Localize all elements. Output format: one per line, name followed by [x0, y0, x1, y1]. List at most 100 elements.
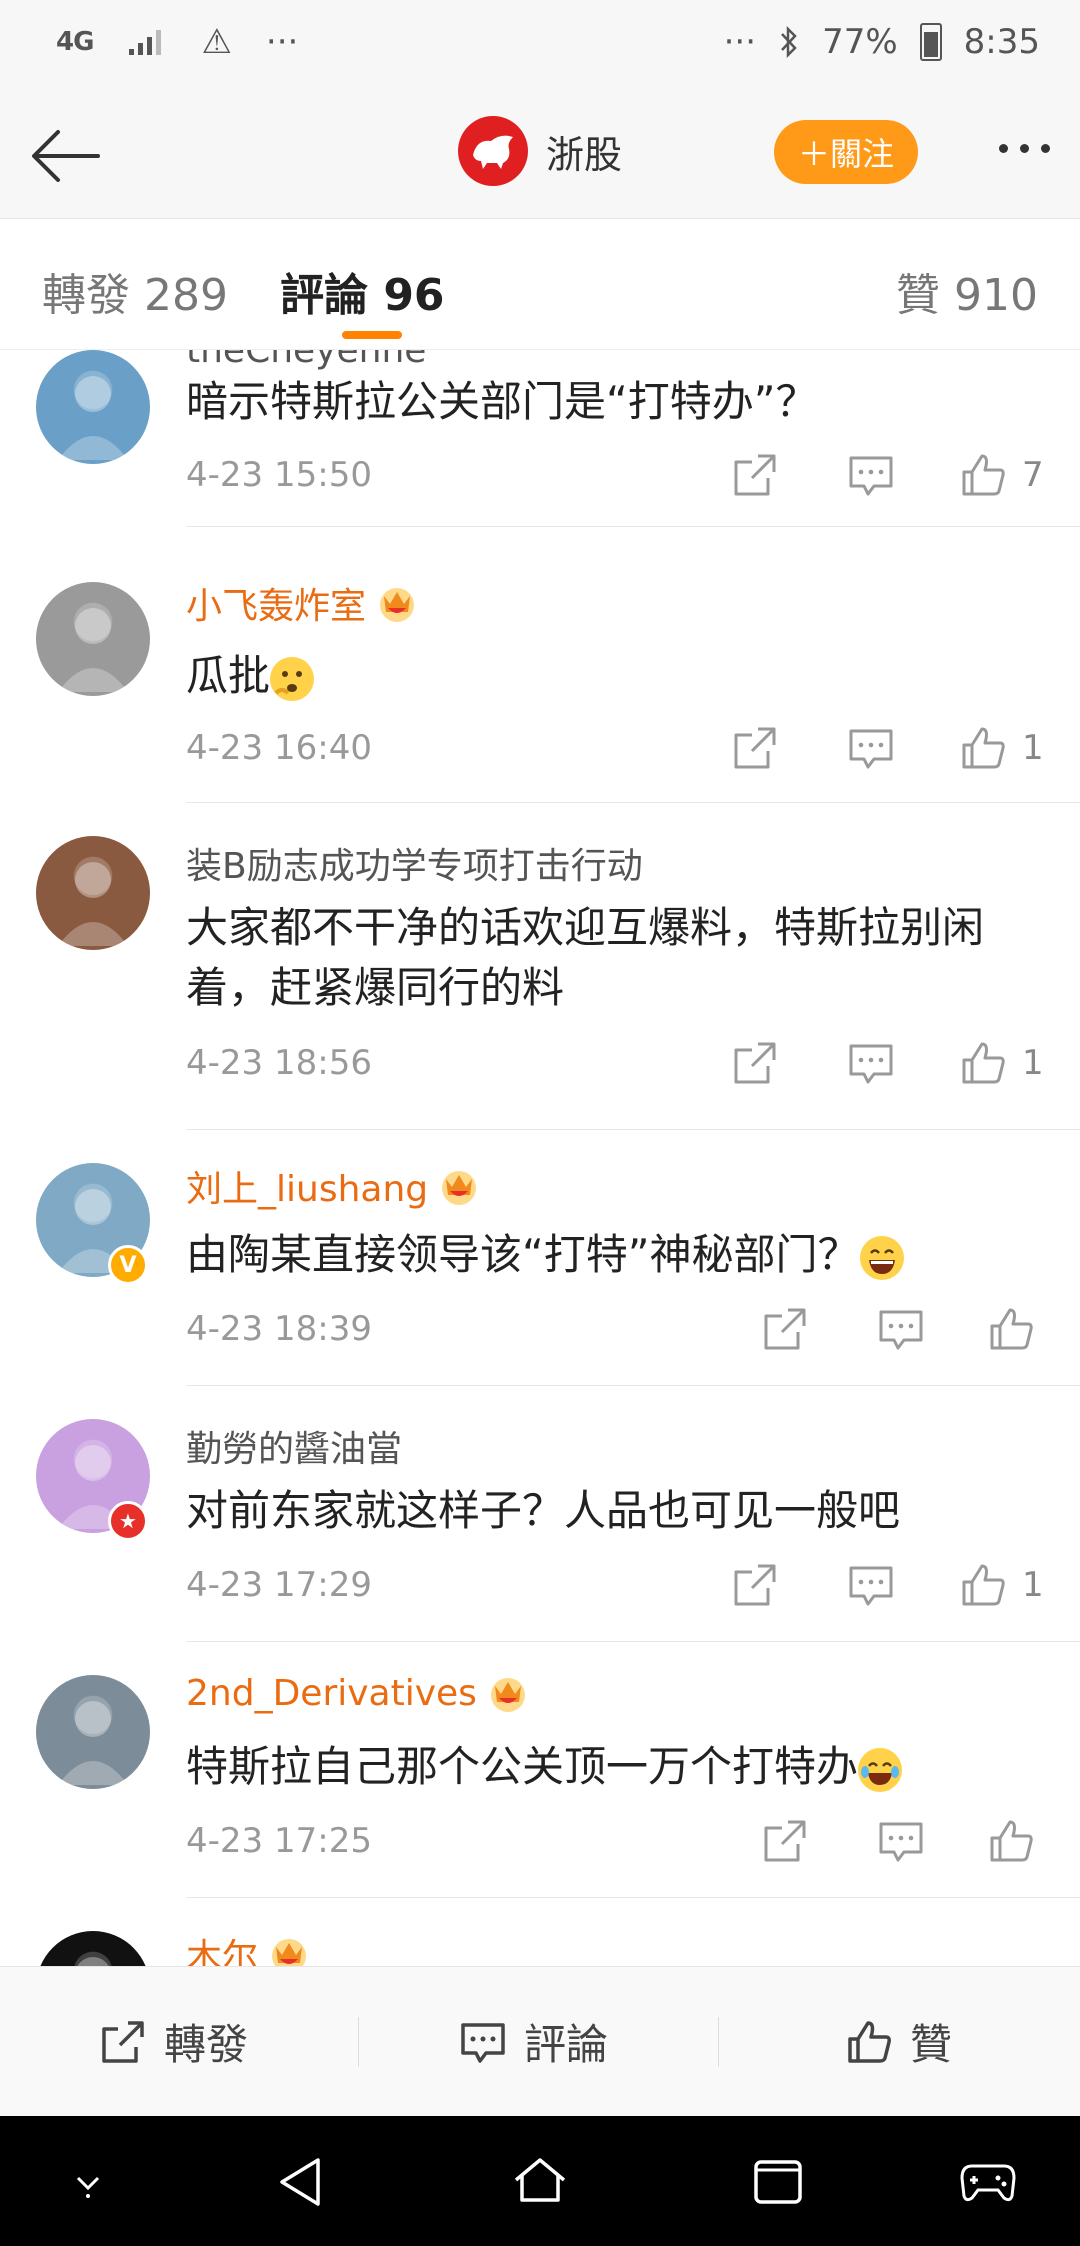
commenter-name-text[interactable]: 2nd_Derivatives — [186, 1673, 477, 1714]
recent-apps-icon[interactable] — [748, 2154, 808, 2210]
commenter-name[interactable]: 木尔 — [186, 1928, 310, 1966]
back-nav-icon[interactable] — [272, 2154, 332, 2210]
comment-timestamp: 4-23 15:50 — [186, 455, 372, 495]
commenter-name[interactable]: 装B励志成功学专项打击行动 — [186, 837, 643, 889]
vip-crown-icon — [490, 1678, 525, 1712]
bottom-toolbar: 轉發 評論 贊 — [0, 1966, 1080, 2117]
comment-item[interactable]: 2nd_Derivatives 特斯拉自己那个公关顶一万个打特办 4-23 17:2… — [0, 1641, 1080, 1898]
commenter-avatar[interactable] — [36, 836, 150, 950]
reply-icon[interactable] — [876, 1304, 926, 1354]
commenter-name[interactable]: 2nd_Derivatives — [186, 1672, 529, 1714]
comment-text: 大家都不干净的话欢迎互爆料，特斯拉别闲着，赶紧爆同行的料 — [186, 898, 1046, 1018]
toolbar-repost-button[interactable]: 轉發 — [98, 2011, 248, 2072]
signal-icon — [129, 30, 162, 55]
reply-icon[interactable] — [876, 1816, 926, 1866]
commenter-name-text[interactable]: theCheyenne — [186, 350, 426, 371]
follow-button[interactable]: ＋關注 — [774, 120, 918, 184]
page-owner[interactable]: 浙股 — [458, 116, 622, 186]
like-icon[interactable] — [958, 1560, 1008, 1610]
like-icon[interactable] — [986, 1304, 1036, 1354]
comment-divider — [186, 526, 1080, 527]
toolbar-divider — [358, 2017, 359, 2067]
commenter-name-text[interactable]: 小飞轰炸室 — [186, 577, 366, 629]
commenter-avatar[interactable] — [36, 582, 150, 696]
reply-icon[interactable] — [846, 450, 896, 500]
like-icon[interactable] — [958, 450, 1008, 500]
repost-icon — [102, 2020, 144, 2063]
active-tab-indicator — [342, 331, 402, 339]
like-count: 1 — [1022, 1043, 1044, 1083]
tab-repost[interactable]: 轉發 289 — [42, 259, 228, 323]
vip-crown-icon — [272, 1939, 307, 1966]
network-type: 4G — [56, 27, 94, 57]
share-icon[interactable] — [730, 723, 780, 773]
page-title: 浙股 — [546, 132, 623, 177]
tab-comment[interactable]: 評論 96 — [280, 259, 445, 323]
more-options-icon[interactable] — [999, 144, 1050, 153]
commenter-avatar[interactable] — [36, 350, 150, 464]
reply-icon[interactable] — [846, 1038, 896, 1088]
comment-timestamp: 4-23 17:29 — [186, 1565, 372, 1605]
toolbar-like-label: 贊 — [910, 2020, 953, 2069]
comment-item[interactable]: theCheyenne 暗示特斯拉公关部门是“打特办”？ 4-23 15:50 7 — [0, 350, 1080, 527]
system-nav-bar — [0, 2116, 1080, 2246]
vip-crown-icon — [380, 588, 415, 622]
battery-percent: 77% — [822, 22, 898, 62]
commenter-name-text[interactable]: 木尔 — [186, 1928, 258, 1966]
comment-text: 瓜批 — [186, 646, 1046, 706]
toolbar-like-button[interactable]: 贊 — [844, 2011, 952, 2072]
like-count: 1 — [1022, 728, 1044, 768]
comment-item[interactable]: ★ 勤勞的醬油當 对前东家就这样子？人品也可见一般吧 4-23 17:29 1 — [0, 1385, 1080, 1642]
commenter-name[interactable]: 刘上_liushang — [186, 1160, 480, 1212]
comment-text-content: 由陶某直接领导该“打特”神秘部门？ — [186, 1230, 860, 1279]
comment-text-content: 对前东家就这样子？人品也可见一般吧 — [186, 1486, 901, 1535]
share-icon[interactable] — [730, 450, 780, 500]
vip-crown-icon — [442, 1171, 477, 1205]
commenter-name[interactable]: theCheyenne — [186, 350, 426, 371]
battery-icon — [919, 23, 942, 61]
reply-icon[interactable] — [846, 723, 896, 773]
commenter-name[interactable]: 勤勞的醬油當 — [186, 1420, 402, 1472]
comment-timestamp: 4-23 16:40 — [186, 728, 372, 768]
reply-icon[interactable] — [846, 1560, 896, 1610]
commenter-name-text[interactable]: 装B励志成功学专项打击行动 — [186, 837, 643, 889]
toolbar-comment-button[interactable]: 評論 — [458, 2011, 608, 2072]
tab-like[interactable]: 贊 910 — [896, 259, 1038, 323]
notification-dots-right: ··· — [723, 22, 757, 62]
like-icon[interactable] — [958, 723, 1008, 773]
emoji-cry-laugh-icon — [858, 1747, 903, 1792]
comment-text: 由陶某直接领导该“打特”神秘部门？ — [186, 1225, 1046, 1285]
commenter-avatar[interactable] — [36, 1931, 150, 1966]
comment-item[interactable]: V 刘上_liushang 由陶某直接领导该“打特”神秘部门？ 4-23 18:39 — [0, 1129, 1080, 1386]
comment-text-content: 暗示特斯拉公关部门是“打特办”？ — [186, 377, 818, 426]
share-icon[interactable] — [760, 1816, 810, 1866]
share-icon[interactable] — [760, 1304, 810, 1354]
status-bar: 4G ⚠ ··· ··· 77% 8:35 — [0, 0, 1080, 92]
share-icon[interactable] — [730, 1038, 780, 1088]
share-icon[interactable] — [730, 1560, 780, 1610]
top-nav-bar: 浙股 ＋關注 — [0, 92, 1080, 219]
comment-item[interactable]: 木尔 — [0, 1897, 1080, 1966]
comment-icon — [461, 2022, 505, 2063]
comment-list[interactable]: theCheyenne 暗示特斯拉公关部门是“打特办”？ 4-23 15:50 7 小飞… — [0, 350, 1080, 1966]
owner-avatar[interactable] — [458, 116, 528, 186]
commenter-name[interactable]: 小飞轰炸室 — [186, 577, 418, 629]
comment-text: 特斯拉自己那个公关顶一万个打特办 — [186, 1737, 1046, 1797]
commenter-name-text[interactable]: 勤勞的醬油當 — [186, 1420, 402, 1472]
commenter-avatar[interactable] — [36, 1675, 150, 1789]
like-count: 7 — [1022, 455, 1044, 495]
clock: 8:35 — [963, 22, 1040, 62]
comment-timestamp: 4-23 18:56 — [186, 1043, 372, 1083]
home-nav-icon[interactable] — [510, 2154, 570, 2210]
like-icon[interactable] — [986, 1816, 1036, 1866]
comment-item[interactable]: 装B励志成功学专项打击行动大家都不干净的话欢迎互爆料，特斯拉别闲着，赶紧爆同行的… — [0, 802, 1080, 1130]
like-icon[interactable] — [958, 1038, 1008, 1088]
game-controller-icon[interactable] — [958, 2154, 1018, 2210]
tab-bar: 轉發 289 評論 96 贊 910 — [0, 219, 1080, 350]
star-badge-icon: ★ — [108, 1501, 148, 1541]
hide-keyboard-icon[interactable] — [58, 2154, 118, 2210]
commenter-name-text[interactable]: 刘上_liushang — [186, 1160, 428, 1212]
toolbar-comment-label: 評論 — [524, 2020, 609, 2069]
back-arrow-icon[interactable] — [28, 118, 104, 194]
comment-item[interactable]: 小飞轰炸室瓜批 4-23 16:40 1 — [0, 546, 1080, 803]
